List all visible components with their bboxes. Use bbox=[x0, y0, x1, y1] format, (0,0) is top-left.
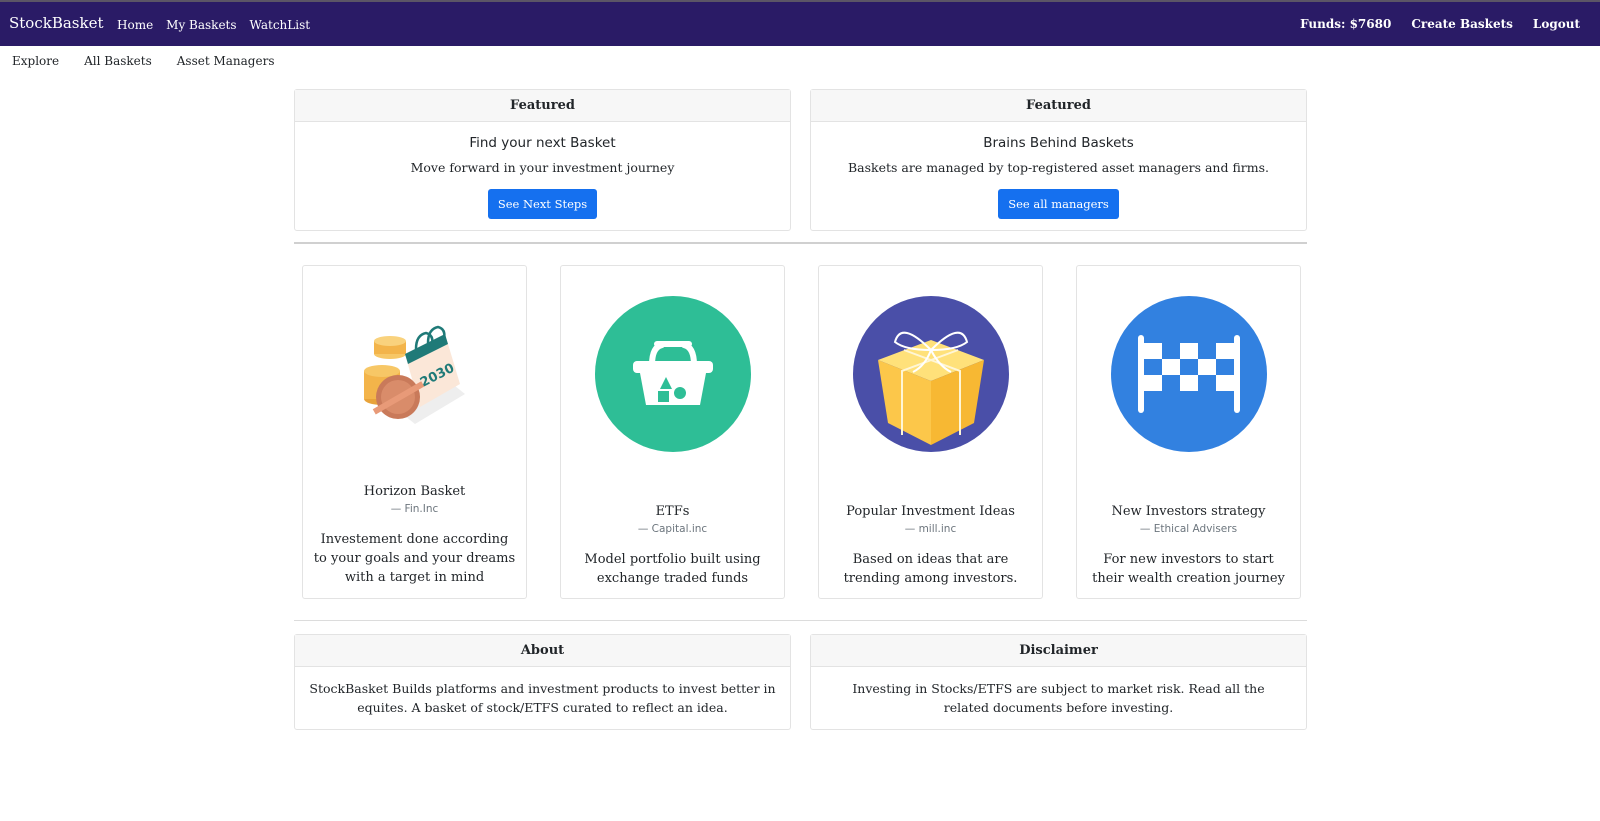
calendar-coins-icon: 2030 bbox=[303, 294, 526, 454]
subnav-explore[interactable]: Explore bbox=[12, 54, 59, 68]
basket-description: Based on ideas that are trending among i… bbox=[843, 552, 1018, 586]
basket-title: New Investors strategy bbox=[1111, 504, 1266, 519]
basket-source: — Fin.Inc bbox=[390, 503, 439, 515]
logout-link[interactable]: Logout bbox=[1533, 17, 1580, 31]
basket-icon bbox=[561, 294, 784, 454]
basket-source: — Capital.inc bbox=[637, 523, 708, 535]
funds-display[interactable]: Funds: $7680 bbox=[1300, 17, 1391, 31]
card-text: Baskets are managed by top-registered as… bbox=[847, 160, 1270, 175]
basket-description: Investement done according to your goals… bbox=[313, 532, 516, 585]
basket-card-etfs[interactable]: ETFs — Capital.inc Model portfolio built… bbox=[560, 265, 785, 599]
see-next-steps-button[interactable]: See Next Steps bbox=[487, 189, 598, 219]
basket-description: Model portfolio built using exchange tra… bbox=[584, 552, 761, 586]
disclaimer-text: Investing in Stocks/ETFS are subject to … bbox=[852, 681, 1265, 715]
about-text: StockBasket Builds platforms and investm… bbox=[309, 681, 776, 715]
card-header: Disclaimer bbox=[811, 635, 1306, 667]
card-title: Brains Behind Baskets bbox=[983, 135, 1134, 151]
basket-card-popular[interactable]: Popular Investment Ideas — mill.inc Base… bbox=[818, 265, 1043, 599]
account-nav: Funds: $7680 Create Baskets Logout bbox=[1280, 17, 1580, 31]
create-baskets-link[interactable]: Create Baskets bbox=[1411, 17, 1513, 31]
basket-title: Horizon Basket bbox=[363, 484, 466, 499]
basket-card-new-investors[interactable]: New Investors strategy — Ethical Adviser… bbox=[1076, 265, 1301, 599]
basket-source: — Ethical Advisers bbox=[1139, 523, 1238, 535]
about-card: About StockBasket Builds platforms and i… bbox=[294, 634, 791, 730]
nav-watchlist[interactable]: WatchList bbox=[250, 18, 311, 32]
section-divider bbox=[294, 242, 1307, 244]
card-title: Find your next Basket bbox=[469, 135, 616, 151]
top-navbar: StockBasket Home My Baskets WatchList Fu… bbox=[0, 0, 1600, 46]
basket-source: — mill.inc bbox=[904, 523, 957, 535]
featured-card-managers: Featured Brains Behind Baskets Baskets a… bbox=[810, 89, 1307, 231]
card-header: About bbox=[295, 635, 790, 667]
brand-logo[interactable]: StockBasket bbox=[9, 14, 103, 32]
section-divider bbox=[294, 620, 1307, 621]
subnav-all-baskets[interactable]: All Baskets bbox=[84, 54, 152, 68]
main-nav: Home My Baskets WatchList bbox=[117, 18, 310, 32]
finish-flag-icon bbox=[1077, 294, 1300, 454]
disclaimer-card: Disclaimer Investing in Stocks/ETFS are … bbox=[810, 634, 1307, 730]
featured-card-next-basket: Featured Find your next Basket Move forw… bbox=[294, 89, 791, 231]
gift-box-icon bbox=[819, 294, 1042, 454]
subnav-asset-managers[interactable]: Asset Managers bbox=[177, 54, 275, 68]
basket-card-horizon[interactable]: 2030 Horizon Basket — Fin.Inc Investemen… bbox=[302, 265, 527, 599]
card-header: Featured bbox=[811, 90, 1306, 122]
basket-description: For new investors to start their wealth … bbox=[1092, 552, 1285, 586]
nav-my-baskets[interactable]: My Baskets bbox=[166, 18, 236, 32]
basket-title: ETFs bbox=[655, 504, 690, 519]
see-all-managers-button[interactable]: See all managers bbox=[998, 189, 1119, 219]
nav-home[interactable]: Home bbox=[117, 18, 153, 32]
card-text: Move forward in your investment journey bbox=[410, 160, 675, 175]
basket-title: Popular Investment Ideas bbox=[846, 504, 1015, 519]
card-header: Featured bbox=[295, 90, 790, 122]
sub-navbar: Explore All Baskets Asset Managers bbox=[12, 54, 274, 68]
